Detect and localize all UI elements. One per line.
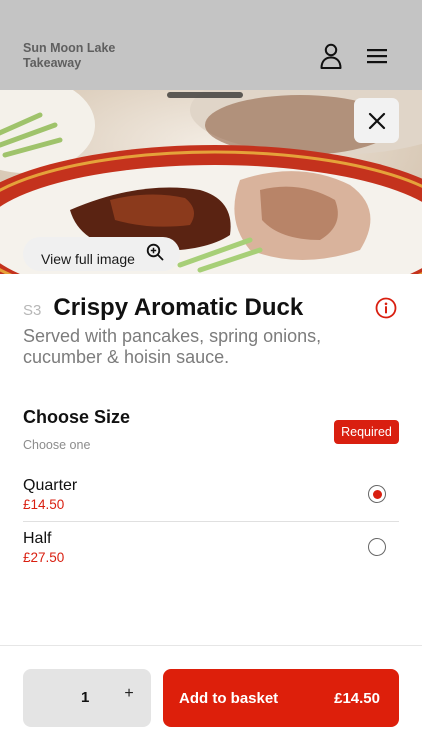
required-badge: Required xyxy=(334,420,399,444)
hamburger-menu-icon xyxy=(367,49,387,64)
brand-line-1: Sun Moon Lake xyxy=(23,41,116,55)
item-name: Crispy Aromatic Duck xyxy=(53,294,304,321)
item-title-row: S3 Crispy Aromatic Duck xyxy=(23,294,303,322)
radio-button[interactable] xyxy=(368,538,386,556)
app-header: Sun Moon Lake Takeaway xyxy=(0,0,422,90)
size-section-subtitle: Choose one xyxy=(23,438,91,452)
account-button[interactable] xyxy=(317,42,345,70)
add-to-basket-label: Add to basket xyxy=(179,690,279,707)
person-icon xyxy=(320,43,342,69)
zoom-in-icon xyxy=(146,243,164,261)
view-full-image-button[interactable]: View full image xyxy=(23,237,180,271)
quantity-value: 1 xyxy=(81,689,90,706)
option-name: Half xyxy=(23,530,52,547)
option-divider xyxy=(23,521,399,522)
size-section-title: Choose Size xyxy=(23,407,131,427)
option-name: Quarter xyxy=(23,477,78,494)
option-price: £14.50 xyxy=(23,497,65,512)
add-to-basket-button[interactable]: Add to basket £14.50 xyxy=(163,669,399,727)
view-full-image-label: View full image xyxy=(41,251,135,267)
menu-button[interactable] xyxy=(363,42,391,70)
close-button[interactable] xyxy=(354,98,399,143)
footer-divider xyxy=(0,645,422,646)
size-option-quarter[interactable]: Quarter £14.50 xyxy=(23,470,399,522)
brand-line-2: Takeaway xyxy=(23,56,82,70)
size-option-half[interactable]: Half £27.50 xyxy=(23,523,399,575)
restaurant-name: Sun Moon Lake Takeaway xyxy=(23,41,115,71)
option-price: £27.50 xyxy=(23,550,65,565)
increase-quantity-button[interactable]: + xyxy=(120,685,138,707)
item-code: S3 xyxy=(23,302,42,319)
item-description: Served with pancakes, spring onions, cuc… xyxy=(23,326,322,367)
info-icon[interactable] xyxy=(375,297,397,319)
close-icon xyxy=(368,112,385,129)
radio-button-selected[interactable] xyxy=(368,485,386,503)
quantity-stepper: 1 + xyxy=(23,669,151,727)
basket-total: £14.50 xyxy=(334,690,380,707)
